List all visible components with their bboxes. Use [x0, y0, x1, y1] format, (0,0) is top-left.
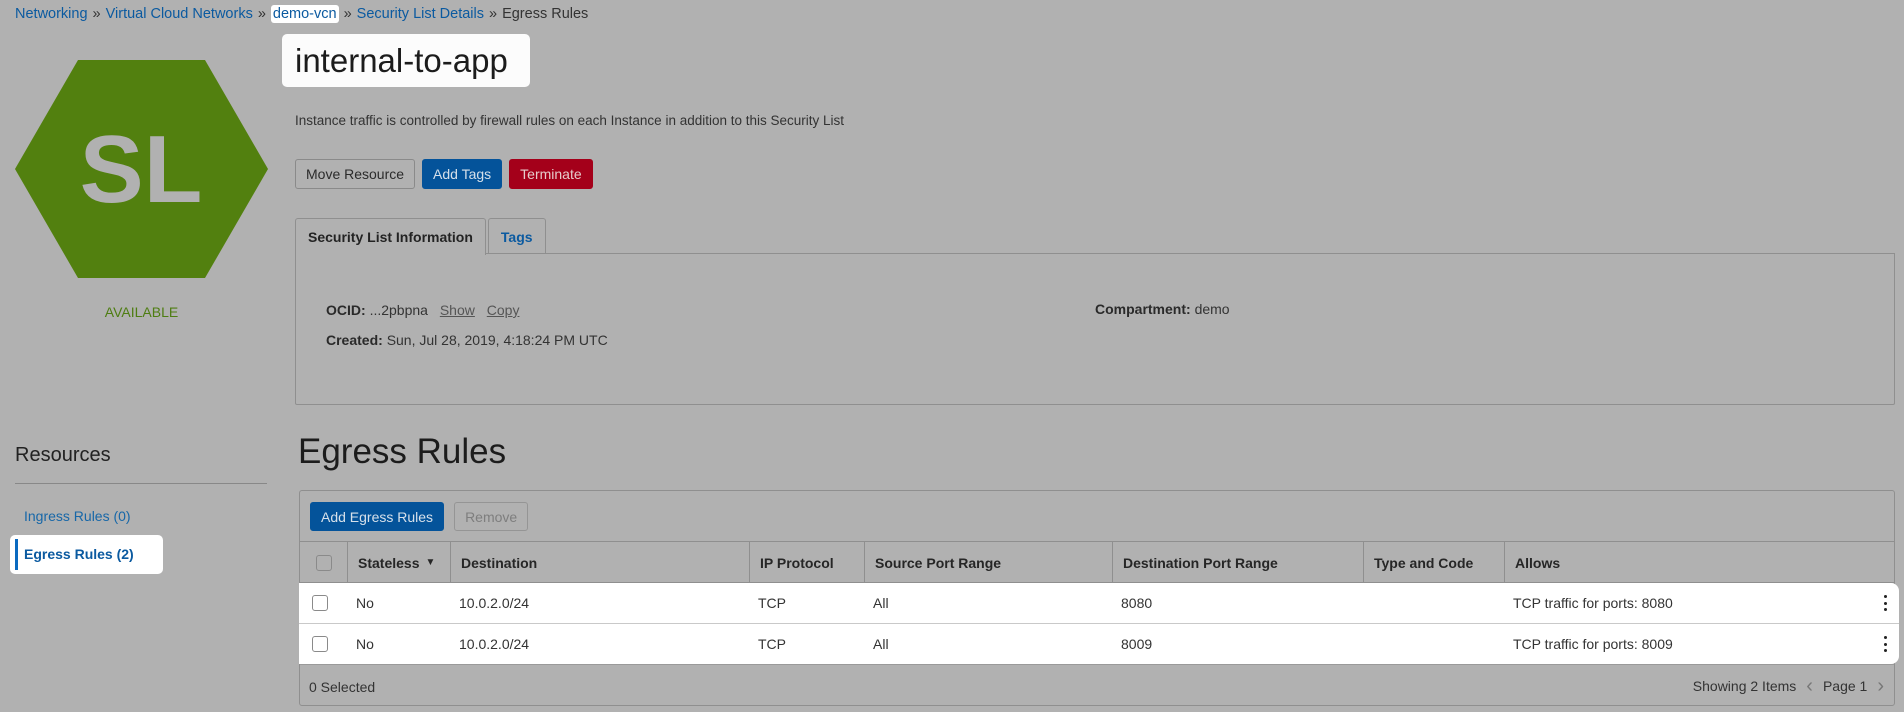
column-header-source-port-range[interactable]: Source Port Range	[864, 542, 1112, 583]
table-toolbar: Add Egress Rules Remove	[310, 502, 529, 531]
next-page-chevron-icon[interactable]: ›	[1877, 676, 1884, 696]
tab-tags[interactable]: Tags	[487, 218, 546, 254]
cell-destination: 10.0.2.0/24	[459, 636, 530, 652]
add-egress-rules-button[interactable]: Add Egress Rules	[310, 502, 445, 531]
row-actions-kebab-icon[interactable]	[1883, 595, 1887, 611]
resources-divider	[15, 483, 267, 484]
compartment-value: demo	[1194, 301, 1230, 317]
row-checkbox[interactable]	[312, 636, 328, 652]
cell-stateless: No	[356, 595, 374, 611]
row-actions-kebab-icon[interactable]	[1883, 636, 1887, 652]
table-row: No 10.0.2.0/24 TCP All 8009 TCP traffic …	[299, 623, 1899, 663]
pagination: Showing 2 Items ‹ Page 1 ›	[1693, 676, 1884, 696]
column-header-allows[interactable]: Allows	[1504, 542, 1894, 583]
details-tabs: Security List Information Tags	[295, 218, 546, 255]
breadcrumb-networking[interactable]: Networking	[15, 6, 88, 22]
ocid-label: OCID:	[326, 302, 366, 318]
breadcrumb-separator: »	[488, 6, 498, 22]
breadcrumb-security-list-details[interactable]: Security List Details	[357, 6, 484, 22]
item-count: Showing 2 Items	[1692, 678, 1797, 694]
resources-title: Resources	[15, 444, 111, 466]
add-tags-button[interactable]: Add Tags	[422, 159, 503, 189]
breadcrumb-virtual-cloud-networks[interactable]: Virtual Cloud Networks	[106, 6, 253, 22]
cell-ip-protocol: TCP	[758, 636, 786, 652]
cell-allows: TCP traffic for ports: 8080	[1513, 595, 1673, 611]
active-indicator	[15, 539, 18, 570]
cell-destination: 10.0.2.0/24	[459, 595, 530, 611]
select-all-checkbox[interactable]	[315, 554, 332, 571]
compartment-row: Compartment: demo	[1095, 301, 1230, 317]
action-bar: Move Resource Add Tags Terminate	[295, 159, 593, 189]
table-header: Stateless ▼ Destination IP Protocol Sour…	[300, 541, 1894, 583]
info-panel: OCID: ...2pbpna Show Copy Created: Sun, …	[295, 253, 1895, 405]
selected-count: 0 Selected	[309, 679, 376, 695]
column-header-ip-protocol[interactable]: IP Protocol	[749, 542, 864, 583]
row-select-cell	[312, 624, 328, 664]
column-header-destination[interactable]: Destination	[450, 542, 749, 583]
ocid-copy-link[interactable]: Copy	[487, 302, 520, 318]
column-header-destination-port-range[interactable]: Destination Port Range	[1112, 542, 1363, 583]
created-label: Created:	[326, 332, 383, 348]
table-footer: 0 Selected Showing 2 Items ‹ Page 1 ›	[300, 664, 1894, 706]
egress-rules-table: Add Egress Rules Remove Stateless ▼ Dest…	[299, 490, 1899, 706]
breadcrumb-current: Egress Rules	[502, 6, 589, 22]
ocid-row: OCID: ...2pbpna Show Copy	[326, 302, 519, 318]
compartment-label: Compartment:	[1095, 301, 1191, 317]
page-title: internal-to-app	[295, 42, 508, 79]
table-row: No 10.0.2.0/24 TCP All 8080 TCP traffic …	[299, 583, 1899, 623]
ocid-value: ...2pbpna	[369, 302, 428, 318]
created-row: Created: Sun, Jul 28, 2019, 4:18:24 PM U…	[326, 332, 608, 348]
sidebar-item-egress-label: Egress Rules (2)	[24, 546, 134, 562]
move-resource-button[interactable]: Move Resource	[295, 159, 416, 189]
breadcrumb: Networking » Virtual Cloud Networks » de…	[15, 5, 588, 23]
cell-stateless: No	[356, 636, 374, 652]
status-badge: AVAILABLE	[104, 304, 179, 320]
row-select-cell	[312, 583, 328, 623]
sort-down-icon: ▼	[425, 557, 436, 568]
page-indicator: Page 1	[1822, 678, 1868, 694]
breadcrumb-separator: »	[343, 6, 352, 22]
breadcrumb-separator: »	[257, 6, 266, 22]
terminate-button[interactable]: Terminate	[509, 159, 593, 189]
breadcrumb-demo-vcn[interactable]: demo-vcn	[270, 5, 339, 23]
cell-ip-protocol: TCP	[758, 595, 786, 611]
page-title-box: internal-to-app	[282, 34, 530, 87]
table-body: No 10.0.2.0/24 TCP All 8080 TCP traffic …	[299, 583, 1899, 664]
ocid-show-link[interactable]: Show	[440, 302, 475, 318]
cell-source-port: All	[873, 595, 889, 611]
cell-allows: TCP traffic for ports: 8009	[1513, 636, 1673, 652]
created-value: Sun, Jul 28, 2019, 4:18:24 PM UTC	[386, 332, 608, 348]
column-header-type-and-code[interactable]: Type and Code	[1363, 542, 1504, 583]
sidebar-item-egress-rules[interactable]: Egress Rules (2)	[10, 535, 163, 574]
security-list-hexagon-icon: SL	[15, 60, 268, 278]
remove-button[interactable]: Remove	[454, 502, 529, 531]
page-description: Instance traffic is controlled by firewa…	[295, 113, 845, 128]
sidebar-item-ingress-rules[interactable]: Ingress Rules (0)	[24, 508, 131, 524]
row-checkbox[interactable]	[312, 595, 328, 611]
previous-page-chevron-icon[interactable]: ‹	[1806, 676, 1813, 696]
tab-security-list-information[interactable]: Security List Information	[295, 218, 486, 255]
cell-source-port: All	[873, 636, 889, 652]
column-label: Stateless	[358, 554, 420, 571]
select-all-cell	[300, 542, 347, 583]
cell-destination-port: 8009	[1121, 636, 1153, 652]
hexagon-label: SL	[80, 116, 203, 223]
breadcrumb-separator: »	[92, 6, 101, 22]
cell-destination-port: 8080	[1121, 595, 1153, 611]
section-title: Egress Rules	[298, 432, 507, 471]
column-header-stateless[interactable]: Stateless ▼	[347, 542, 450, 583]
